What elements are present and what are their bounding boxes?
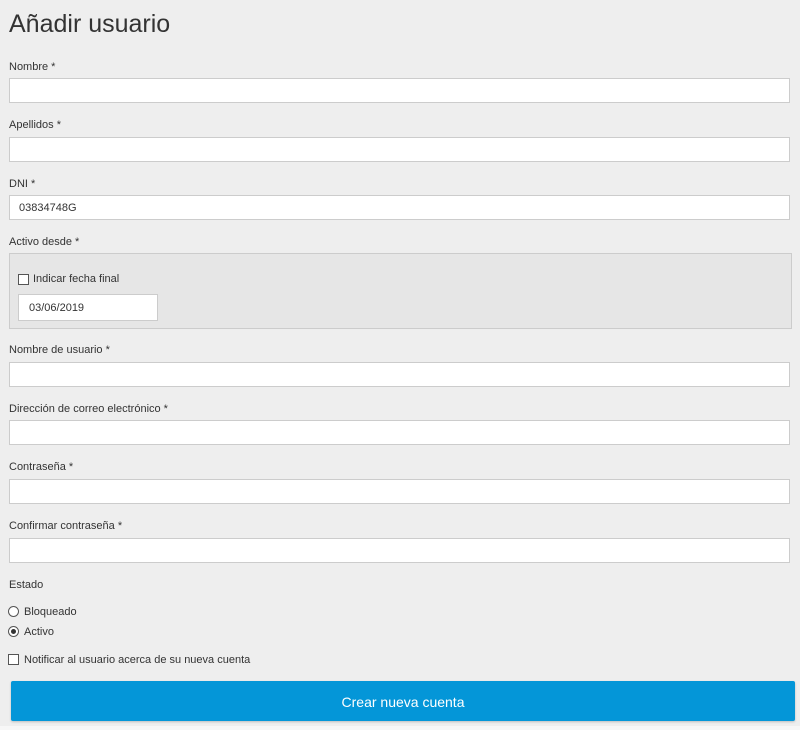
activo-desde-fieldset: Indicar fecha final <box>9 253 792 329</box>
dni-label: DNI * <box>9 178 36 190</box>
apellidos-input[interactable] <box>9 137 790 162</box>
estado-radio-activo-label[interactable]: Activo <box>24 625 54 639</box>
activo-desde-date-input[interactable] <box>18 294 158 321</box>
create-account-button[interactable]: Crear nueva cuenta <box>11 681 795 721</box>
password-label: Contraseña * <box>9 461 74 473</box>
bottom-divider <box>0 726 800 730</box>
password-confirm-input[interactable] <box>9 538 790 563</box>
estado-radio-bloqueado[interactable] <box>8 606 19 617</box>
activo-desde-label: Activo desde * <box>9 236 80 248</box>
estado-radio-bloqueado-label[interactable]: Bloqueado <box>24 605 77 619</box>
end-date-checkbox-label[interactable]: Indicar fecha final <box>33 272 119 286</box>
apellidos-label: Apellidos * <box>9 119 61 131</box>
email-label: Dirección de correo electrónico * <box>9 403 168 415</box>
estado-label: Estado <box>9 579 44 591</box>
notify-checkbox-label[interactable]: Notificar al usuario acerca de su nueva … <box>24 653 250 667</box>
usuario-input[interactable] <box>9 362 790 387</box>
estado-radio-activo[interactable] <box>8 626 19 637</box>
password-confirm-label: Confirmar contraseña * <box>9 520 123 532</box>
end-date-checkbox[interactable] <box>18 274 29 285</box>
password-input[interactable] <box>9 479 790 504</box>
page-title: Añadir usuario <box>9 10 171 38</box>
nombre-label: Nombre * <box>9 61 56 73</box>
usuario-label: Nombre de usuario * <box>9 344 110 356</box>
email-input[interactable] <box>9 420 790 445</box>
nombre-input[interactable] <box>9 78 790 103</box>
notify-checkbox[interactable] <box>8 654 19 665</box>
dni-input[interactable] <box>9 195 790 220</box>
